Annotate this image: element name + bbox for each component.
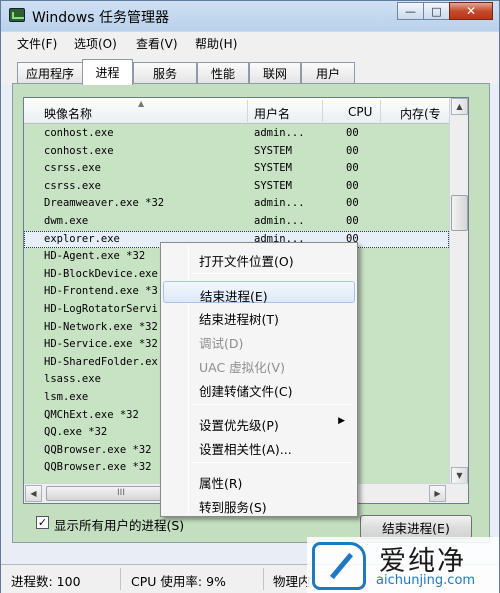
context-menu: 打开文件位置(O) 结束进程(E) 结束进程树(T) 调试(D) UAC 虚拟化… xyxy=(160,242,358,517)
menu-item-end-process-tree[interactable]: 结束进程树(T) xyxy=(163,305,355,327)
menu-help[interactable]: 帮助(H) xyxy=(195,35,237,52)
process-user-cell: SYSTEM xyxy=(254,179,292,192)
process-cpu-cell: 00 xyxy=(346,179,359,192)
scroll-right-icon[interactable]: ▶ xyxy=(429,485,446,502)
tab-strip: 应用程序 进程 服务 性能 联网 用户 xyxy=(1,54,499,85)
show-all-users-label[interactable]: 显示所有用户的进程(S) xyxy=(54,515,184,534)
tab-applications[interactable]: 应用程序 xyxy=(17,62,83,84)
process-cpu-cell: 00 xyxy=(346,215,359,227)
column-divider[interactable] xyxy=(247,100,248,122)
submenu-arrow-icon: ▶ xyxy=(338,416,345,426)
task-manager-icon xyxy=(9,8,25,22)
menu-item-label: 设置相关性(A)... xyxy=(199,442,292,457)
menu-item-label: 创建转储文件(C) xyxy=(199,384,293,399)
menu-item-go-to-service[interactable]: 转到服务(S) xyxy=(163,493,355,515)
title-bar[interactable]: Windows 任务管理器 — □ ✕ xyxy=(1,1,499,31)
vertical-scroll-thumb[interactable] xyxy=(451,195,468,231)
menu-item-open-file-location[interactable]: 打开文件位置(O) xyxy=(163,247,355,269)
status-process-count: 进程数: 100 xyxy=(11,574,81,589)
menu-separator xyxy=(192,404,352,405)
status-divider xyxy=(120,568,121,590)
scroll-up-icon[interactable]: ▲ xyxy=(451,98,468,115)
menu-item-label: 设置优先级(P) xyxy=(199,418,279,433)
process-user-cell: admin... xyxy=(254,215,305,227)
sort-up-icon: ▲ xyxy=(138,99,145,108)
vertical-scrollbar[interactable]: ▲ ▼ xyxy=(449,98,468,484)
menu-options[interactable]: 选项(O) xyxy=(74,35,117,52)
watermark: 爱纯净 aichunjing.com xyxy=(307,537,499,593)
process-user-cell: admin... xyxy=(254,127,305,139)
maximize-button[interactable]: □ xyxy=(423,2,450,20)
menu-item-set-affinity[interactable]: 设置相关性(A)... xyxy=(163,435,355,457)
menu-item-properties[interactable]: 属性(R) xyxy=(163,469,355,491)
menu-item-label: 结束进程树(T) xyxy=(199,312,279,327)
table-row[interactable]: csrss.exe SYSTEM 00 xyxy=(24,160,449,178)
close-button[interactable]: ✕ xyxy=(449,2,493,20)
process-name-cell: dwm.exe xyxy=(44,215,89,227)
menu-separator xyxy=(192,273,352,274)
tab-performance[interactable]: 性能 xyxy=(197,62,249,84)
column-divider[interactable] xyxy=(380,100,381,122)
process-cpu-cell: 00 xyxy=(346,162,359,175)
watermark-url: aichunjing.com xyxy=(376,573,476,588)
status-physical-memory: 物理内 xyxy=(273,574,311,589)
table-row[interactable]: Dreamweaver.exe *32 admin... 00 xyxy=(24,195,449,213)
column-header-image-name[interactable]: 映像名称 xyxy=(44,105,92,122)
menu-item-label: 打开文件位置(O) xyxy=(199,254,294,269)
list-header: ▲ 映像名称 用户名 CPU 内存(专 xyxy=(24,98,449,124)
task-manager-window: Windows 任务管理器 — □ ✕ 文件(F) 选项(O) 查看(V) 帮助… xyxy=(0,0,500,593)
minimize-button[interactable]: — xyxy=(397,2,424,20)
process-user-cell: SYSTEM xyxy=(254,162,292,175)
watermark-logo-icon xyxy=(312,542,366,590)
menu-item-end-process[interactable]: 结束进程(E) xyxy=(163,281,355,304)
process-name-cell: csrss.exe xyxy=(44,179,101,192)
menu-item-debug: 调试(D) xyxy=(163,329,355,351)
process-cpu-cell: 00 xyxy=(346,144,359,157)
tab-networking[interactable]: 联网 xyxy=(249,62,301,84)
status-cpu-usage: CPU 使用率: 9% xyxy=(131,574,226,589)
process-user-cell: SYSTEM xyxy=(254,144,292,157)
menu-file[interactable]: 文件(F) xyxy=(17,35,57,52)
process-name-cell: conhost.exe xyxy=(44,127,114,139)
column-header-memory[interactable]: 内存(专 xyxy=(400,105,441,122)
menu-item-label: 转到服务(S) xyxy=(199,500,267,515)
column-header-cpu[interactable]: CPU xyxy=(348,105,372,119)
menu-bar: 文件(F) 选项(O) 查看(V) 帮助(H) xyxy=(1,32,499,54)
table-row[interactable]: dwm.exe admin... 00 xyxy=(24,213,449,231)
scroll-down-icon[interactable]: ▼ xyxy=(451,467,468,484)
process-cpu-cell: 00 xyxy=(346,127,359,139)
window-controls: — □ ✕ xyxy=(397,2,493,20)
process-cpu-cell: 00 xyxy=(346,197,359,210)
column-header-user-name[interactable]: 用户名 xyxy=(254,105,290,122)
status-divider xyxy=(263,568,264,590)
table-row[interactable]: conhost.exe admin... 00 xyxy=(24,125,449,143)
menu-item-label: UAC 虚拟化(V) xyxy=(199,360,285,375)
process-name-cell: csrss.exe xyxy=(44,162,101,175)
end-process-button[interactable]: 结束进程(E) xyxy=(360,515,472,539)
menu-item-set-priority[interactable]: 设置优先级(P) ▶ xyxy=(163,411,355,433)
process-user-cell: admin... xyxy=(254,197,305,210)
menu-item-label: 属性(R) xyxy=(199,476,243,491)
window-title: Windows 任务管理器 xyxy=(32,10,169,26)
menu-separator xyxy=(192,462,352,463)
menu-item-uac-virtualization: UAC 虚拟化(V) xyxy=(163,353,355,375)
menu-item-create-dump-file[interactable]: 创建转储文件(C) xyxy=(163,377,355,399)
tab-services[interactable]: 服务 xyxy=(133,62,197,84)
process-name-cell: conhost.exe xyxy=(44,144,114,157)
tab-users[interactable]: 用户 xyxy=(301,62,355,84)
process-name-cell: Dreamweaver.exe *32 xyxy=(44,197,165,210)
menu-item-label: 结束进程(E) xyxy=(200,289,268,304)
tab-processes[interactable]: 进程 xyxy=(82,59,133,85)
menu-view[interactable]: 查看(V) xyxy=(136,35,178,52)
menu-item-label: 调试(D) xyxy=(199,336,244,351)
table-row[interactable]: conhost.exe SYSTEM 00 xyxy=(24,143,449,161)
column-divider[interactable] xyxy=(322,100,323,122)
show-all-users-checkbox[interactable]: ✓ xyxy=(36,516,49,529)
scroll-left-icon[interactable]: ◀ xyxy=(25,485,42,502)
table-row[interactable]: csrss.exe SYSTEM 00 xyxy=(24,178,449,196)
